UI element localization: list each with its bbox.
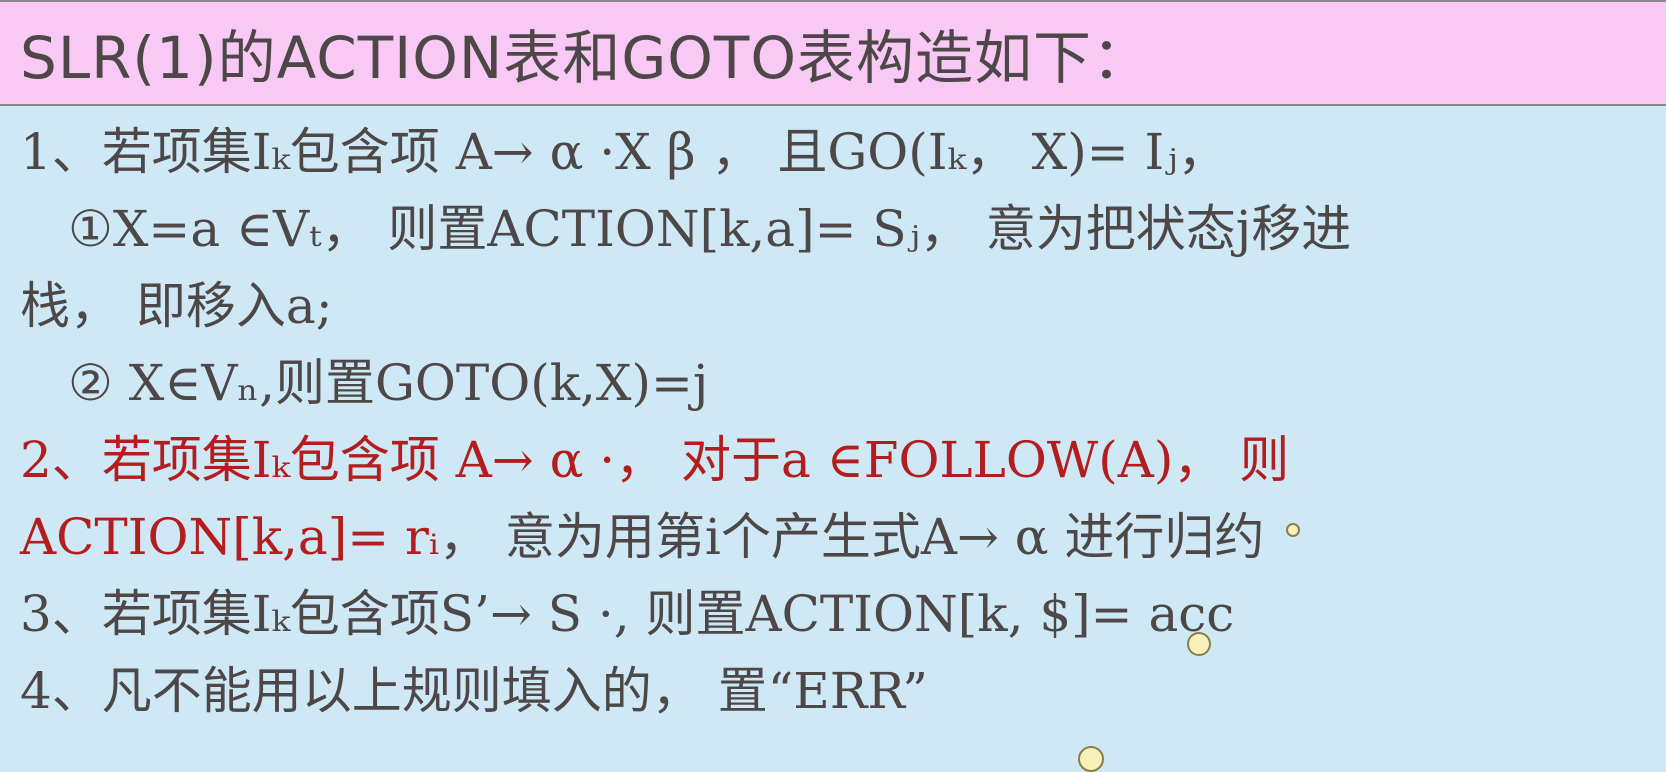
rule-line-8: 4、凡不能用以上规则填入的， 置“ERR”	[20, 662, 928, 720]
slide: SLR(1)的ACTION表和GOTO表构造如下： 1、若项集Iₖ包含项 A→ …	[0, 0, 1666, 772]
rule-line-6-red: ACTION[k,a]= rᵢ	[20, 508, 439, 566]
rule-line-6-rest: ， 意为用第i个产生式A→ α 进行归约	[438, 508, 1265, 566]
rule-line-7: 3、若项集Iₖ包含项S’→ S ·, 则置ACTION[k, $]= acc	[20, 585, 1235, 643]
rule-line-1: 1、若项集Iₖ包含项 A→ α ·X β ， 且GO(Iₖ， X)= Iⱼ，	[20, 123, 1228, 181]
cursor-dot-icon	[1078, 746, 1104, 772]
page-title: SLR(1)的ACTION表和GOTO表构造如下：	[20, 24, 1151, 92]
content-area: 1、若项集Iₖ包含项 A→ α ·X β ， 且GO(Iₖ， X)= Iⱼ， ①…	[20, 114, 1640, 730]
rule-line-3: 栈， 即移入a;	[20, 277, 333, 335]
rule-line-6: ACTION[k,a]= rᵢ， 意为用第i个产生式A→ α 进行归约	[20, 499, 1640, 576]
rule-line-4: ② X∈Vₙ,则置GOTO(k,X)=j	[68, 354, 709, 412]
rule-line-2: ①X=a ∈Vₜ， 则置ACTION[k,a]= Sⱼ， 意为把状态j移进	[68, 200, 1352, 258]
rule-line-5: 2、若项集Iₖ包含项 A→ α ·， 对于a ∈FOLLOW(A)， 则	[20, 431, 1290, 489]
cursor-dot-icon	[1187, 632, 1211, 656]
cursor-dot-icon	[1286, 523, 1300, 537]
title-bar: SLR(1)的ACTION表和GOTO表构造如下：	[0, 2, 1666, 106]
